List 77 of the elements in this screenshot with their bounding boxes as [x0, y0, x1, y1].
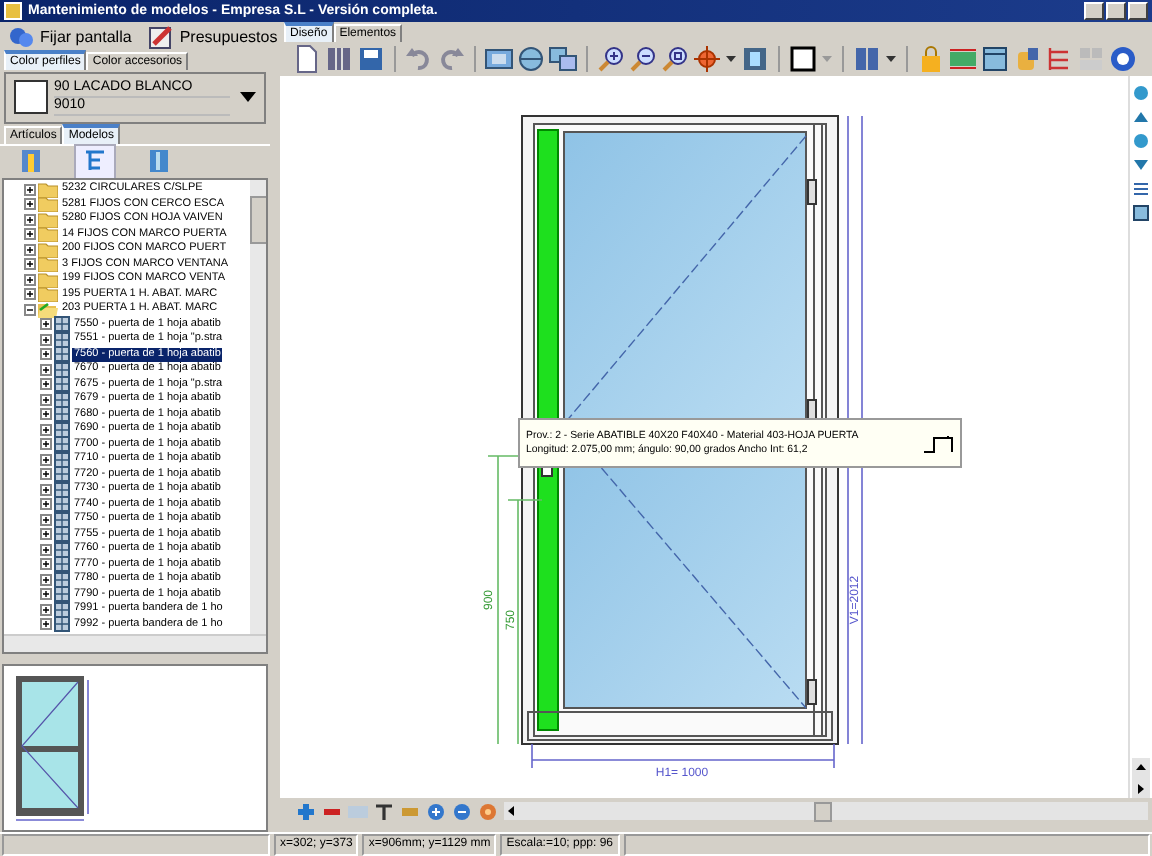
expand-icon[interactable] [24, 183, 36, 196]
app-icon [4, 2, 22, 20]
save-icon[interactable] [356, 44, 386, 74]
expand-icon[interactable] [40, 378, 52, 391]
measure-icon[interactable] [948, 44, 978, 74]
maximize-button[interactable] [1106, 2, 1126, 20]
expand-icon[interactable] [24, 198, 36, 211]
expand-icon[interactable] [24, 243, 36, 256]
text-icon[interactable] [374, 801, 394, 821]
expand-icon[interactable] [40, 528, 52, 541]
minimize-button[interactable] [1084, 2, 1104, 20]
list-icon[interactable] [1132, 180, 1150, 198]
expand-icon[interactable] [40, 453, 52, 466]
expand-icon[interactable] [40, 573, 52, 586]
image-icon[interactable] [484, 44, 514, 74]
sphere-icon[interactable] [516, 44, 546, 74]
crosshair-icon[interactable] [692, 44, 722, 74]
split-panel-icon[interactable] [852, 44, 882, 74]
expand-icon[interactable] [24, 258, 36, 271]
expand-icon[interactable] [40, 513, 52, 526]
arrow-right-icon[interactable] [1134, 782, 1148, 796]
zoom-out-icon[interactable] [452, 801, 472, 821]
zoom-out-icon[interactable] [628, 44, 658, 74]
zoom-in-icon[interactable] [596, 44, 626, 74]
expand-icon[interactable] [40, 483, 52, 496]
expand-icon[interactable] [40, 543, 52, 556]
expand-icon[interactable] [24, 213, 36, 226]
collapse-icon[interactable] [24, 303, 36, 316]
panel-icon[interactable] [146, 147, 172, 174]
pencil-icon [147, 23, 174, 50]
scrollbar[interactable] [1132, 758, 1150, 798]
zoom-in-icon[interactable] [426, 801, 446, 821]
add-icon[interactable] [296, 801, 316, 821]
profile-section-icon [922, 433, 954, 453]
frame-icon[interactable] [980, 44, 1010, 74]
expand-icon[interactable] [24, 273, 36, 286]
expand-icon[interactable] [40, 438, 52, 451]
expand-icon[interactable] [24, 228, 36, 241]
expand-icon[interactable] [40, 408, 52, 421]
toolbar-button[interactable]: Presupuestos [143, 22, 282, 51]
arrow-up-icon[interactable] [1134, 760, 1148, 774]
windows-icon[interactable] [548, 44, 578, 74]
close-button[interactable] [1128, 2, 1148, 20]
expand-icon[interactable] [40, 468, 52, 481]
scrollbar[interactable] [4, 633, 266, 652]
help-icon[interactable] [1108, 44, 1138, 74]
zoom-fit-icon[interactable] [660, 44, 690, 74]
columns-icon[interactable] [324, 44, 354, 74]
expand-icon[interactable] [40, 363, 52, 376]
scrollbar[interactable] [250, 180, 266, 636]
expand-icon[interactable] [40, 423, 52, 436]
scrollbar-thumb[interactable] [813, 801, 832, 821]
expand-icon[interactable] [40, 318, 52, 331]
open-folder-icon [38, 301, 58, 318]
dropdown-icon[interactable] [240, 92, 256, 103]
expand-icon[interactable] [40, 498, 52, 511]
expand-icon[interactable] [40, 618, 52, 631]
panel-icon[interactable] [740, 44, 770, 74]
expand-icon[interactable] [40, 588, 52, 601]
expand-icon[interactable] [40, 603, 52, 616]
expand-icon[interactable] [24, 288, 36, 301]
arrow-left-icon[interactable] [504, 804, 518, 818]
lock-icon[interactable] [916, 44, 946, 74]
expand-icon[interactable] [40, 558, 52, 571]
frame-icon[interactable] [1132, 204, 1150, 222]
scrollbar[interactable] [504, 802, 1148, 820]
grid-icon[interactable] [1044, 44, 1074, 74]
color-swatch [14, 80, 48, 115]
toolbar-button[interactable]: Fijar pantalla [4, 22, 136, 51]
pin-icon [8, 23, 34, 50]
square-icon[interactable] [788, 44, 818, 74]
expand-icon[interactable] [40, 348, 52, 361]
expand-icon[interactable] [40, 333, 52, 346]
arrow-down-icon[interactable] [1132, 156, 1150, 174]
tree-view-icon[interactable] [82, 147, 108, 174]
expand-icon[interactable] [40, 393, 52, 406]
door-drawing[interactable] [487, 115, 863, 769]
